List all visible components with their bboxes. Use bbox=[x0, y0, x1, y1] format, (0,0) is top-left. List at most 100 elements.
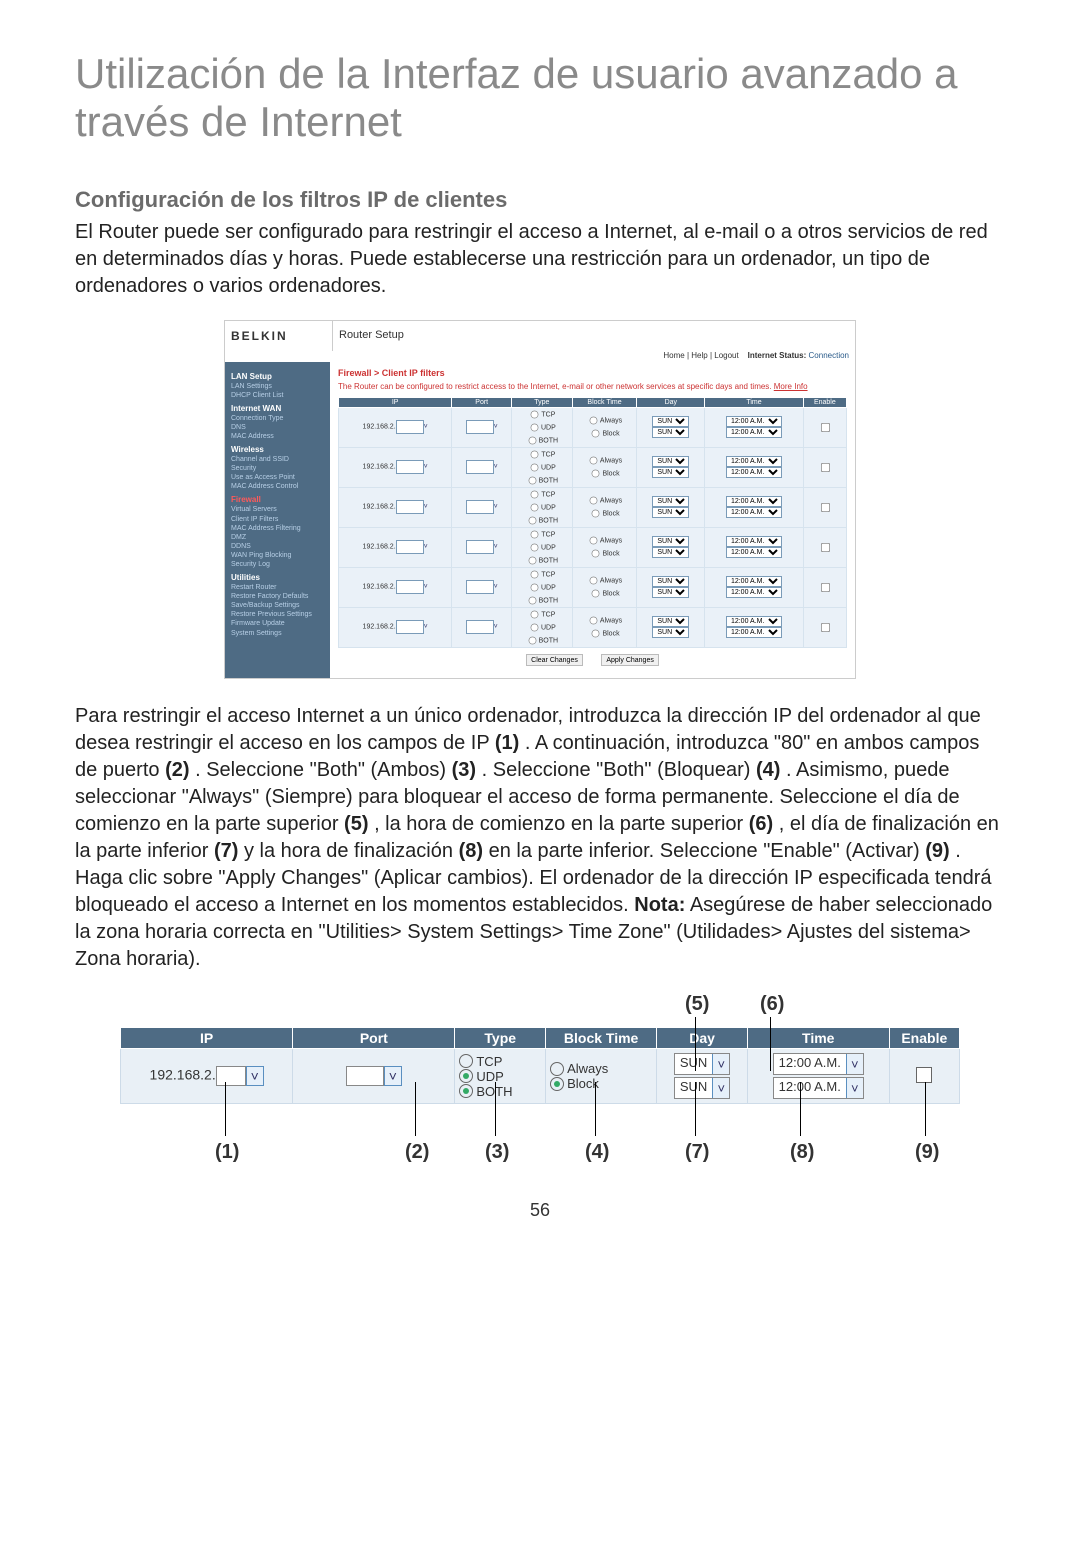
enable-cell[interactable] bbox=[803, 527, 846, 567]
sidebar-item[interactable]: DMZ bbox=[231, 533, 326, 542]
enable-checkbox[interactable] bbox=[821, 503, 830, 512]
sidebar-item[interactable]: LAN Settings bbox=[231, 382, 326, 391]
type-radio[interactable] bbox=[531, 450, 539, 458]
type-cell[interactable]: TCPUDPBOTH bbox=[512, 527, 572, 567]
ip-cell[interactable]: 192.168.2.˅ bbox=[339, 527, 452, 567]
blocktime-radio[interactable] bbox=[590, 497, 598, 505]
sidebar-item[interactable]: DNS bbox=[231, 423, 326, 432]
enable-checkbox[interactable] bbox=[821, 623, 830, 632]
sidebar-item[interactable]: Security Log bbox=[231, 560, 326, 569]
ip-cell[interactable]: 192.168.2.˅ bbox=[339, 447, 452, 487]
enable-checkbox[interactable] bbox=[821, 543, 830, 552]
sidebar-item[interactable]: Restore Factory Defaults bbox=[231, 592, 326, 601]
detail-blocktime-cell[interactable]: Always Block bbox=[546, 1049, 657, 1104]
day-cell[interactable]: SUNSUN bbox=[637, 527, 705, 567]
type-radio[interactable] bbox=[531, 583, 539, 591]
type-cell[interactable]: TCPUDPBOTH bbox=[512, 487, 572, 527]
blocktime-radio[interactable] bbox=[592, 590, 600, 598]
sidebar-item[interactable]: Firmware Update bbox=[231, 619, 326, 628]
day-select[interactable]: SUN bbox=[652, 536, 689, 547]
detail-port-cell[interactable]: ˅ bbox=[293, 1049, 455, 1104]
sidebar-item[interactable]: WAN Ping Blocking bbox=[231, 551, 326, 560]
port-cell[interactable]: ˅ bbox=[452, 487, 512, 527]
time-cell[interactable]: 12:00 A.M.12:00 A.M. bbox=[705, 567, 803, 607]
time-cell[interactable]: 12:00 A.M.12:00 A.M. bbox=[705, 447, 803, 487]
ip-octet-input[interactable] bbox=[396, 580, 424, 594]
day-select[interactable]: SUN bbox=[652, 587, 689, 598]
sidebar-item[interactable]: MAC Address Control bbox=[231, 482, 326, 491]
ip-octet-input[interactable] bbox=[396, 540, 424, 554]
enable-cell[interactable] bbox=[803, 407, 846, 447]
type-radio[interactable] bbox=[531, 610, 539, 618]
port-cell[interactable]: ˅ bbox=[452, 527, 512, 567]
port-input[interactable] bbox=[466, 620, 494, 634]
time-cell[interactable]: 12:00 A.M.12:00 A.M. bbox=[705, 407, 803, 447]
sidebar-item[interactable]: Save/Backup Settings bbox=[231, 601, 326, 610]
day-cell[interactable]: SUNSUN bbox=[637, 567, 705, 607]
time-select[interactable]: 12:00 A.M. bbox=[726, 467, 782, 478]
day-select[interactable]: SUN bbox=[652, 616, 689, 627]
port-cell[interactable]: ˅ bbox=[452, 567, 512, 607]
time-cell[interactable]: 12:00 A.M.12:00 A.M. bbox=[705, 607, 803, 647]
blocktime-radio[interactable] bbox=[590, 417, 598, 425]
type-cell[interactable]: TCPUDPBOTH bbox=[512, 567, 572, 607]
day-select[interactable]: SUN bbox=[652, 576, 689, 587]
type-radio[interactable] bbox=[528, 476, 536, 484]
day-cell[interactable]: SUNSUN bbox=[637, 487, 705, 527]
blocktime-radio[interactable] bbox=[590, 457, 598, 465]
apply-changes-button[interactable]: Apply Changes bbox=[601, 654, 658, 666]
detail-day-cell[interactable]: SUN˅ SUN˅ bbox=[657, 1049, 748, 1104]
day-cell[interactable]: SUNSUN bbox=[637, 447, 705, 487]
enable-checkbox[interactable] bbox=[821, 423, 830, 432]
type-radio[interactable] bbox=[531, 410, 539, 418]
help-link[interactable]: Help bbox=[691, 351, 707, 360]
enable-cell[interactable] bbox=[803, 447, 846, 487]
blocktime-radio[interactable] bbox=[592, 470, 600, 478]
sidebar-item[interactable]: Connection Type bbox=[231, 414, 326, 423]
day-select[interactable]: SUN bbox=[652, 496, 689, 507]
sidebar-item[interactable]: Channel and SSID bbox=[231, 455, 326, 464]
type-radio[interactable] bbox=[531, 570, 539, 578]
home-link[interactable]: Home bbox=[663, 351, 684, 360]
chevron-down-icon[interactable]: ˅ bbox=[384, 1066, 402, 1086]
type-radio[interactable] bbox=[531, 623, 539, 631]
day-select[interactable]: SUN bbox=[652, 456, 689, 467]
port-input[interactable] bbox=[466, 580, 494, 594]
ip-cell[interactable]: 192.168.2.˅ bbox=[339, 407, 452, 447]
chevron-down-icon[interactable]: ˅ bbox=[246, 1066, 264, 1086]
time-select[interactable]: 12:00 A.M. bbox=[726, 416, 782, 427]
sidebar-item[interactable]: Use as Access Point bbox=[231, 473, 326, 482]
blocktime-radio[interactable] bbox=[592, 550, 600, 558]
blocktime-radio[interactable] bbox=[592, 430, 600, 438]
type-cell[interactable]: TCPUDPBOTH bbox=[512, 407, 572, 447]
port-cell[interactable]: ˅ bbox=[452, 447, 512, 487]
type-radio[interactable] bbox=[528, 436, 536, 444]
sidebar-item[interactable]: DDNS bbox=[231, 542, 326, 551]
time-cell[interactable]: 12:00 A.M.12:00 A.M. bbox=[705, 487, 803, 527]
detail-time-cell[interactable]: 12:00 A.M.˅ 12:00 A.M.˅ bbox=[747, 1049, 889, 1104]
enable-checkbox[interactable] bbox=[821, 583, 830, 592]
ip-octet-input[interactable] bbox=[396, 420, 424, 434]
port-cell[interactable]: ˅ bbox=[452, 607, 512, 647]
chevron-down-icon[interactable]: ˅ bbox=[846, 1054, 863, 1074]
more-info-link[interactable]: More Info bbox=[774, 382, 808, 391]
time-select[interactable]: 12:00 A.M. bbox=[726, 547, 782, 558]
port-input[interactable] bbox=[466, 420, 494, 434]
sidebar-item[interactable]: Restart Router bbox=[231, 583, 326, 592]
time-select[interactable]: 12:00 A.M. bbox=[726, 496, 782, 507]
blocktime-cell[interactable]: AlwaysBlock bbox=[572, 407, 637, 447]
type-cell[interactable]: TCPUDPBOTH bbox=[512, 607, 572, 647]
day-select[interactable]: SUN bbox=[652, 427, 689, 438]
blocktime-radio[interactable] bbox=[590, 537, 598, 545]
time-select[interactable]: 12:00 A.M. bbox=[726, 576, 782, 587]
type-radio[interactable] bbox=[531, 530, 539, 538]
chevron-down-icon[interactable]: ˅ bbox=[712, 1078, 729, 1098]
time-select[interactable]: 12:00 A.M. bbox=[726, 507, 782, 518]
sidebar-item[interactable]: MAC Address bbox=[231, 432, 326, 441]
type-radio[interactable] bbox=[531, 463, 539, 471]
type-radio[interactable] bbox=[528, 596, 536, 604]
sidebar-item[interactable]: Client IP Filters bbox=[231, 515, 326, 524]
port-input[interactable] bbox=[466, 540, 494, 554]
sidebar-item[interactable]: DHCP Client List bbox=[231, 391, 326, 400]
blocktime-cell[interactable]: AlwaysBlock bbox=[572, 567, 637, 607]
